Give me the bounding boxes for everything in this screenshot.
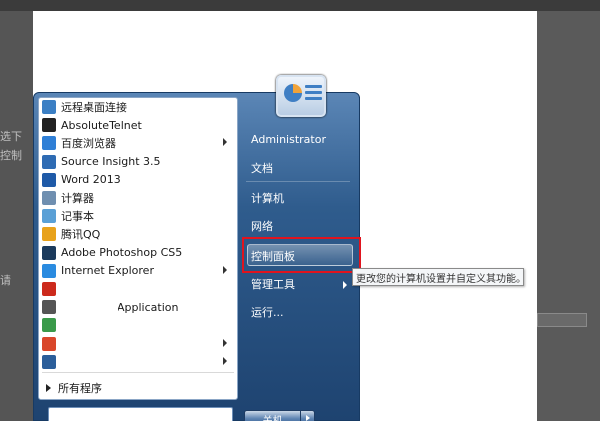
- program-item[interactable]: Source Insight 3.5: [42, 153, 238, 171]
- submenu-arrow-icon: [223, 265, 227, 274]
- smudge: [62, 340, 102, 350]
- baidu-browser-icon: [42, 136, 56, 151]
- program-item[interactable]: Adobe Photoshop CS5: [42, 244, 238, 262]
- program-item[interactable]: 百度浏览器: [42, 134, 238, 152]
- program-label: 远程桌面连接: [61, 101, 127, 114]
- program-label: AbsoluteTelnet: [61, 118, 142, 132]
- source-insight-icon: [42, 154, 56, 169]
- program-item[interactable]: 记事本: [42, 207, 238, 225]
- submenu-arrow-icon: [223, 356, 227, 365]
- program-item[interactable]: Internet Explorer: [42, 262, 238, 280]
- programs-separator: [42, 372, 234, 373]
- program-label: 百度浏览器: [61, 137, 116, 151]
- program-item[interactable]: 远程桌面连接: [42, 98, 238, 116]
- pie-chart-icon: [284, 84, 302, 102]
- shutdown-options-button[interactable]: [300, 411, 314, 421]
- network-link[interactable]: 网络: [251, 218, 273, 234]
- program-label: Application: [117, 300, 179, 314]
- computer-link[interactable]: 计算机: [251, 190, 284, 206]
- chrome-icon: [42, 336, 56, 351]
- all-programs-label: 所有程序: [58, 382, 102, 395]
- admin-tools-link[interactable]: 管理工具: [251, 276, 295, 292]
- control-panel-label: 控制面板: [251, 250, 295, 263]
- background-text-3: 请: [0, 274, 11, 287]
- all-programs-button[interactable]: 所有程序: [46, 380, 102, 396]
- photoshop-icon: [42, 245, 56, 260]
- program-item[interactable]: 腾讯QQ: [42, 225, 238, 243]
- program-label: Adobe Photoshop CS5: [61, 246, 183, 260]
- shutdown-label: 关机: [245, 411, 300, 421]
- program-item[interactable]: 计算器: [42, 189, 238, 207]
- run-link[interactable]: 运行...: [251, 304, 284, 320]
- submenu-arrow-icon: [223, 338, 227, 347]
- search-input[interactable]: [48, 407, 233, 421]
- program-item[interactable]: AbsoluteTelnet: [42, 116, 238, 134]
- program-item[interactable]: Word 2013: [42, 171, 238, 189]
- notepad-icon: [42, 209, 56, 224]
- telnet-icon: [42, 118, 56, 133]
- remote-desktop-icon: [42, 100, 56, 114]
- top-bar: [0, 0, 600, 11]
- smudge: [100, 342, 138, 352]
- background-button: [537, 313, 587, 327]
- control-panel-tooltip: 更改您的计算机设置并自定义其功能。: [352, 268, 524, 286]
- app-icon: [42, 282, 56, 296]
- background-text-1: 选下: [0, 130, 22, 143]
- submenu-arrow-icon: [223, 138, 227, 147]
- bars-icon: [305, 85, 322, 105]
- qq-icon: [42, 227, 56, 242]
- background-right: [537, 11, 600, 421]
- right-separator: [246, 181, 350, 182]
- arrow-right-icon: [46, 384, 51, 392]
- background-text-2: 控制: [0, 149, 22, 162]
- shield-app-icon: [42, 318, 56, 333]
- program-label: Source Insight 3.5: [61, 155, 161, 169]
- smudge: [62, 324, 92, 334]
- internet-explorer-icon: [42, 263, 56, 278]
- smudge: [62, 357, 172, 367]
- arrow-right-icon: [305, 415, 310, 421]
- program-label: 记事本: [61, 210, 94, 224]
- securecrt-icon: [42, 300, 56, 315]
- program-label: 计算器: [61, 192, 94, 205]
- documents-link[interactable]: 文档: [251, 160, 273, 176]
- background-left: [0, 11, 33, 421]
- virtualbox-icon: [42, 354, 56, 369]
- smudge: [61, 305, 118, 315]
- user-name-link[interactable]: Administrator: [251, 133, 326, 149]
- program-item[interactable]: [42, 280, 238, 298]
- shutdown-button[interactable]: 关机: [244, 410, 315, 421]
- program-label: 腾讯QQ: [61, 228, 101, 242]
- submenu-arrow-icon: [343, 281, 347, 289]
- calculator-icon: [42, 191, 56, 205]
- smudge: [90, 289, 100, 299]
- word-icon: [42, 172, 56, 187]
- user-picture[interactable]: [276, 75, 326, 117]
- program-label: Word 2013: [61, 173, 121, 187]
- program-label: Internet Explorer: [61, 264, 154, 278]
